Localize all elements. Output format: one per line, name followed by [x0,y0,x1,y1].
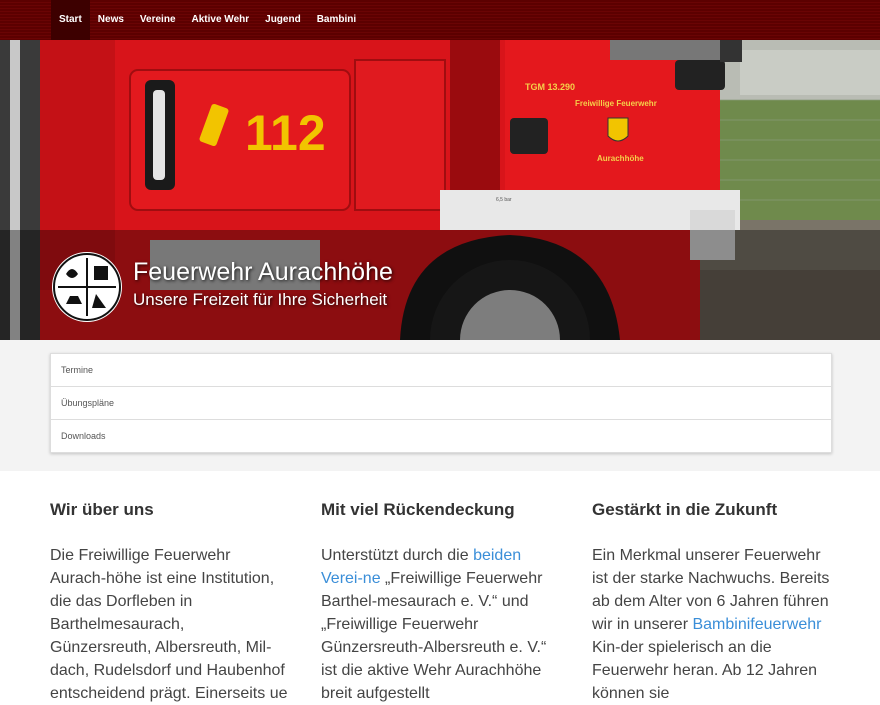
column-rueckendeckung: Mit viel Rückendeckung Unterstützt durch… [321,500,561,705]
nav-bambini[interactable]: Bambini [309,0,364,40]
top-navbar: Start News Vereine Aktive Wehr Jugend Ba… [0,0,880,41]
hero-banner: 112 TGM 13.290 Freiwillige Feuerwehr Aur… [0,40,880,340]
column-heading: Gestärkt in die Zukunft [592,500,778,519]
column-text: Ein Merkmal unserer Feuerwehr ist der st… [592,547,830,702]
column-heading: Wir über uns [50,500,154,519]
link-bambinifeuerwehr[interactable]: Bambinifeuerwehr [692,616,821,633]
column-text: Die Freiwillige Feuerwehr Aurach-höhe is… [50,547,288,702]
column-wir-ueber-uns: Wir über uns Die Freiwillige Feuerwehr A… [50,500,290,705]
quick-links-section: Termine Übungspläne Downloads [0,340,880,471]
quick-links-list: Termine Übungspläne Downloads [50,353,832,453]
link-uebungsplaene[interactable]: Übungspläne [51,387,831,420]
svg-text:6,5 bar: 6,5 bar [496,197,512,203]
svg-text:Freiwillige Feuerwehr: Freiwillige Feuerwehr [575,99,657,108]
hero-caption-band [0,230,880,340]
nav-vereine[interactable]: Vereine [132,0,184,40]
link-downloads[interactable]: Downloads [51,420,831,452]
link-termine[interactable]: Termine [51,354,831,387]
svg-text:Aurachhöhe: Aurachhöhe [597,154,644,163]
nav-aktive-wehr[interactable]: Aktive Wehr [184,0,258,40]
nav-jugend[interactable]: Jugend [257,0,309,40]
nav-news[interactable]: News [90,0,132,40]
hero-subtitle: Unsere Freizeit für Ihre Sicherheit [133,290,388,309]
fire-department-emblem-icon [53,253,121,321]
column-zukunft: Gestärkt in die Zukunft Ein Merkmal unse… [592,500,832,705]
nav-start[interactable]: Start [51,0,90,40]
fire-department-logo[interactable] [52,252,122,322]
truck-number: 112 [245,105,326,161]
svg-text:TGM 13.290: TGM 13.290 [525,82,575,92]
hero-title: Feuerwehr Aurachhöhe [133,258,393,286]
column-text: Unterstützt durch die beiden Verei-ne „F… [321,547,547,702]
column-heading: Mit viel Rückendeckung [321,500,515,519]
main-nav: Start News Vereine Aktive Wehr Jugend Ba… [51,0,364,40]
